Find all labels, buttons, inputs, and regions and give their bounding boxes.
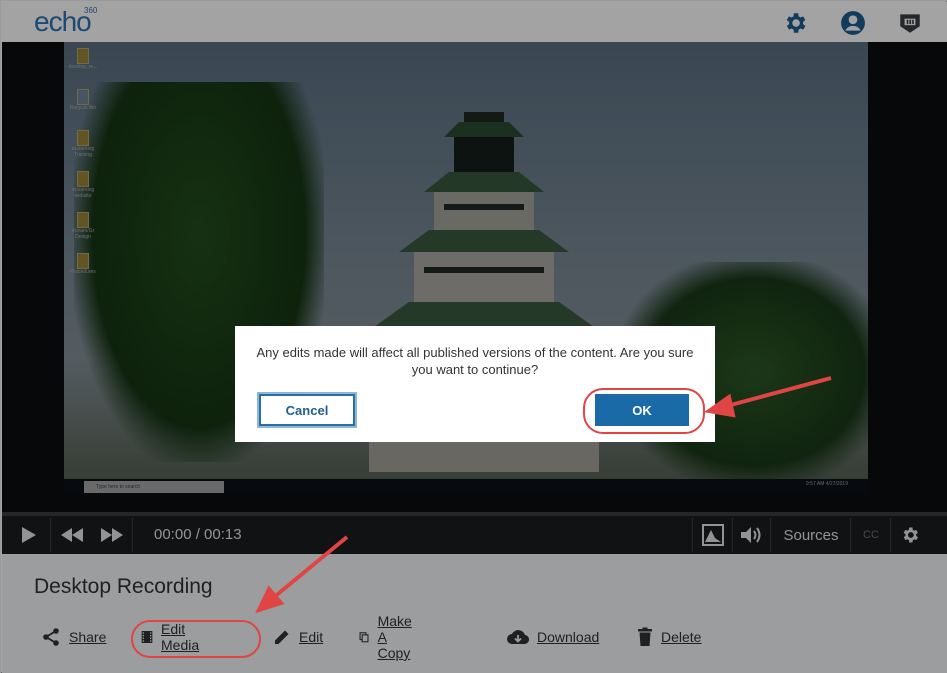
ok-highlight-ring: [583, 388, 705, 434]
cancel-button[interactable]: Cancel: [259, 394, 355, 426]
app-window: echo 360 desktop_re... Recycle Bin eLear…: [0, 0, 947, 673]
dialog-message: Any edits made will affect all published…: [256, 345, 694, 377]
edit-media-highlight-ring: [131, 620, 261, 658]
